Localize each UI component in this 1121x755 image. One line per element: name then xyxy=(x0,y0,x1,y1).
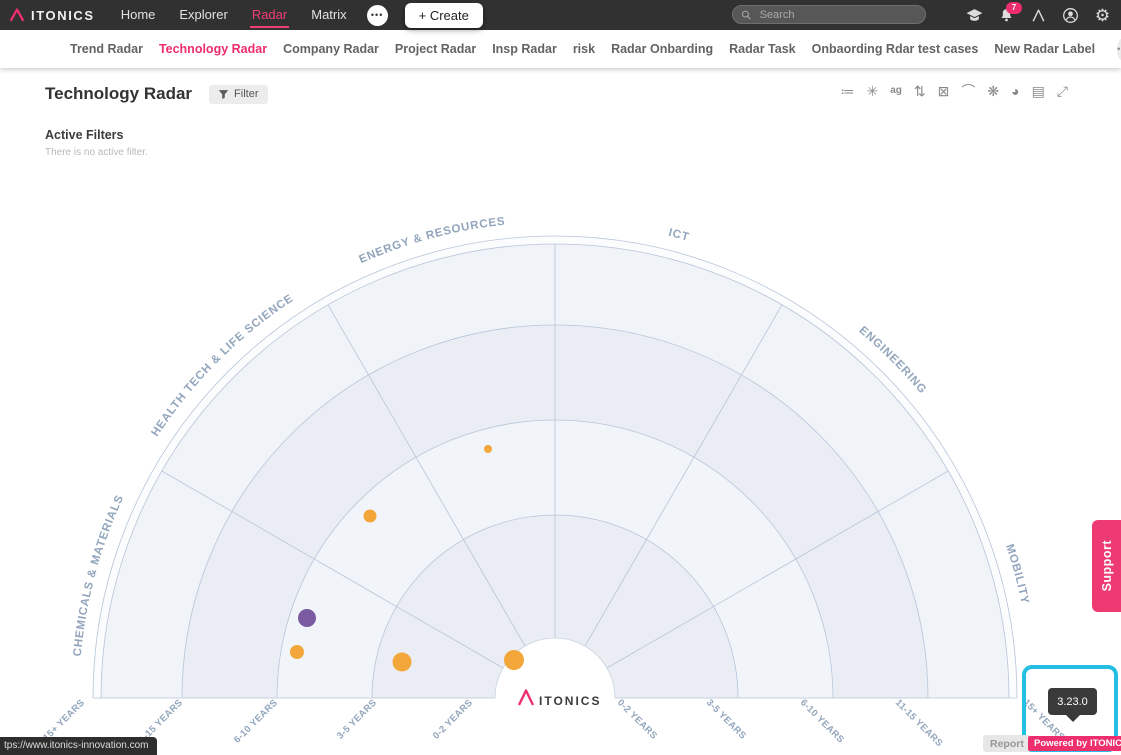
ring-boundary-arc xyxy=(372,515,738,698)
radar-item[interactable] xyxy=(298,609,316,627)
itonics-logo-text: ITONICS xyxy=(31,8,95,23)
radar-toolbar: ≔ ✳ ag ⇅ ⊠ ⌒ ❋ ◕ ▤ ⤢ xyxy=(840,84,1068,98)
itonics-a-icon[interactable] xyxy=(1029,6,1048,25)
sector-label[interactable]: ICT xyxy=(667,227,690,244)
radar-tabs-bar: Trend Radar Technology Radar Company Radar… xyxy=(0,30,1121,68)
profile-icon[interactable] xyxy=(1061,6,1080,25)
radar-tab-new-radar-label[interactable]: New Radar Label xyxy=(994,42,1095,56)
search-icon xyxy=(741,9,752,21)
center-logo-text: ITONICS xyxy=(539,694,601,708)
labels-icon[interactable]: ag xyxy=(890,86,902,96)
radar-ring xyxy=(277,420,833,698)
ring-label-left: 6-10 YEARS xyxy=(232,697,280,745)
radar-tab-onbaording-rdar-test-cases[interactable]: Onbaording Rdar test cases xyxy=(812,42,979,56)
radar-ring xyxy=(101,244,1009,698)
sector-label[interactable]: CHEMICALS & MATERIALS xyxy=(72,493,127,657)
filter-button-label: Filter xyxy=(234,88,258,100)
radar-ring xyxy=(93,236,1017,698)
radar-tabs-more-button[interactable]: ••• xyxy=(1117,38,1121,61)
ring-label-right: 6-10 YEARS xyxy=(798,697,846,745)
radar-ring xyxy=(372,515,738,698)
support-tab[interactable]: Support xyxy=(1092,520,1121,612)
page-header: Technology Radar Filter xyxy=(45,84,268,104)
create-button[interactable]: + Create xyxy=(405,3,483,28)
radar-item[interactable] xyxy=(504,650,524,670)
radar-tab-insp-radar[interactable]: Insp Radar xyxy=(492,42,557,56)
sector-boundary-line xyxy=(328,305,525,646)
academy-icon[interactable] xyxy=(965,6,984,25)
ring-label-left: 3-5 YEARS xyxy=(335,697,379,741)
support-tab-label: Support xyxy=(1100,540,1114,591)
radar-item[interactable] xyxy=(290,645,304,659)
ring-label-right: 11-15 YEARS xyxy=(893,697,945,749)
network-icon[interactable]: ✳ xyxy=(866,84,878,98)
radar-tab-radar-onbarding[interactable]: Radar Onbarding xyxy=(611,42,713,56)
list-view-icon[interactable]: ≔ xyxy=(840,84,854,98)
radar-tab-technology-radar[interactable]: Technology Radar xyxy=(159,42,267,56)
ring-label-right: 0-2 YEARS xyxy=(615,697,659,741)
radar-item[interactable] xyxy=(393,653,412,672)
sector-boundary-line xyxy=(162,471,503,668)
nav-item-home[interactable]: Home xyxy=(121,0,156,30)
radar-item[interactable] xyxy=(364,510,377,523)
radar-tab-radar-task[interactable]: Radar Task xyxy=(729,42,795,56)
ring-label-left: 0-2 YEARS xyxy=(431,697,475,741)
radar-tab-project-radar[interactable]: Project Radar xyxy=(395,42,476,56)
sector-label[interactable]: ENERGY & RESOURCES xyxy=(357,216,506,266)
sliders-icon[interactable]: ⇅ xyxy=(914,84,926,98)
itonics-logo[interactable]: ITONICS xyxy=(8,6,95,24)
notifications-bell-icon[interactable]: 7 xyxy=(997,6,1016,25)
sector-label[interactable]: ENGINEERING xyxy=(857,324,929,396)
report-button[interactable]: Report xyxy=(983,735,1031,752)
radar-tab-trend-radar[interactable]: Trend Radar xyxy=(70,42,143,56)
export-pdf-icon[interactable]: ▤ xyxy=(1032,84,1045,98)
itonics-radar-app: { "colors": { "accent_pink": "#ee2d6c", … xyxy=(0,0,1121,755)
radar-tab-risk[interactable]: risk xyxy=(573,42,595,56)
ring-boundary-arc xyxy=(101,244,1009,698)
radar-chart: CHEMICALS & MATERIALS HEALTH TECH & LIFE … xyxy=(0,0,1121,755)
cluster-icon[interactable]: ❋ xyxy=(987,84,999,98)
global-search[interactable] xyxy=(732,5,926,24)
powered-by-itonics-badge[interactable]: Powered by ITONICS xyxy=(1028,736,1121,751)
active-filters-title: Active Filters xyxy=(45,128,124,142)
topbar-icon-group: 7 ⚙ xyxy=(965,0,1112,30)
center-logo-triangle-icon xyxy=(519,691,533,706)
ring-label-right: 3-5 YEARS xyxy=(704,697,748,741)
itonics-triangle-icon xyxy=(8,6,26,24)
settings-gear-icon[interactable]: ⚙ xyxy=(1093,6,1112,25)
no-active-filter-text: There is no active filter. xyxy=(45,147,148,158)
export-image-icon[interactable]: ⊠ xyxy=(938,84,950,98)
sector-boundary-line xyxy=(585,305,782,646)
nav-item-matrix[interactable]: Matrix xyxy=(311,0,346,30)
version-tooltip: 3.23.0 xyxy=(1048,688,1097,715)
ring-boundary-arc xyxy=(93,236,1017,698)
sector-boundary-line xyxy=(607,471,948,668)
page-title: Technology Radar xyxy=(45,84,192,104)
pie-chart-icon[interactable]: ◕ xyxy=(1011,84,1019,98)
ring-boundary-arc xyxy=(277,420,833,698)
search-input[interactable] xyxy=(758,8,917,22)
top-navigation-bar: ITONICS Home Explorer Radar Matrix ••• + Cr… xyxy=(0,0,1121,30)
nav-more-button[interactable]: ••• xyxy=(367,5,388,26)
ring-boundary-arc xyxy=(182,325,928,698)
nav-item-explorer[interactable]: Explorer xyxy=(179,0,227,30)
radar-tab-company-radar[interactable]: Company Radar xyxy=(283,42,379,56)
sector-label[interactable]: HEALTH TECH & LIFE SCIENCE xyxy=(149,292,295,438)
gauge-icon[interactable]: ⌒ xyxy=(961,84,975,98)
primary-nav: Home Explorer Radar Matrix xyxy=(121,0,347,30)
status-url-tooltip: tps://www.itonics-innovation.com xyxy=(0,737,157,755)
fullscreen-icon[interactable]: ⤢ xyxy=(1057,84,1068,98)
sector-label[interactable]: MOBILITY xyxy=(1003,543,1031,606)
filter-button[interactable]: Filter xyxy=(209,85,267,104)
funnel-icon xyxy=(218,89,229,100)
nav-item-radar[interactable]: Radar xyxy=(252,0,287,30)
radar-item[interactable] xyxy=(484,445,492,453)
radar-ring xyxy=(182,325,928,698)
notification-badge: 7 xyxy=(1006,2,1022,14)
